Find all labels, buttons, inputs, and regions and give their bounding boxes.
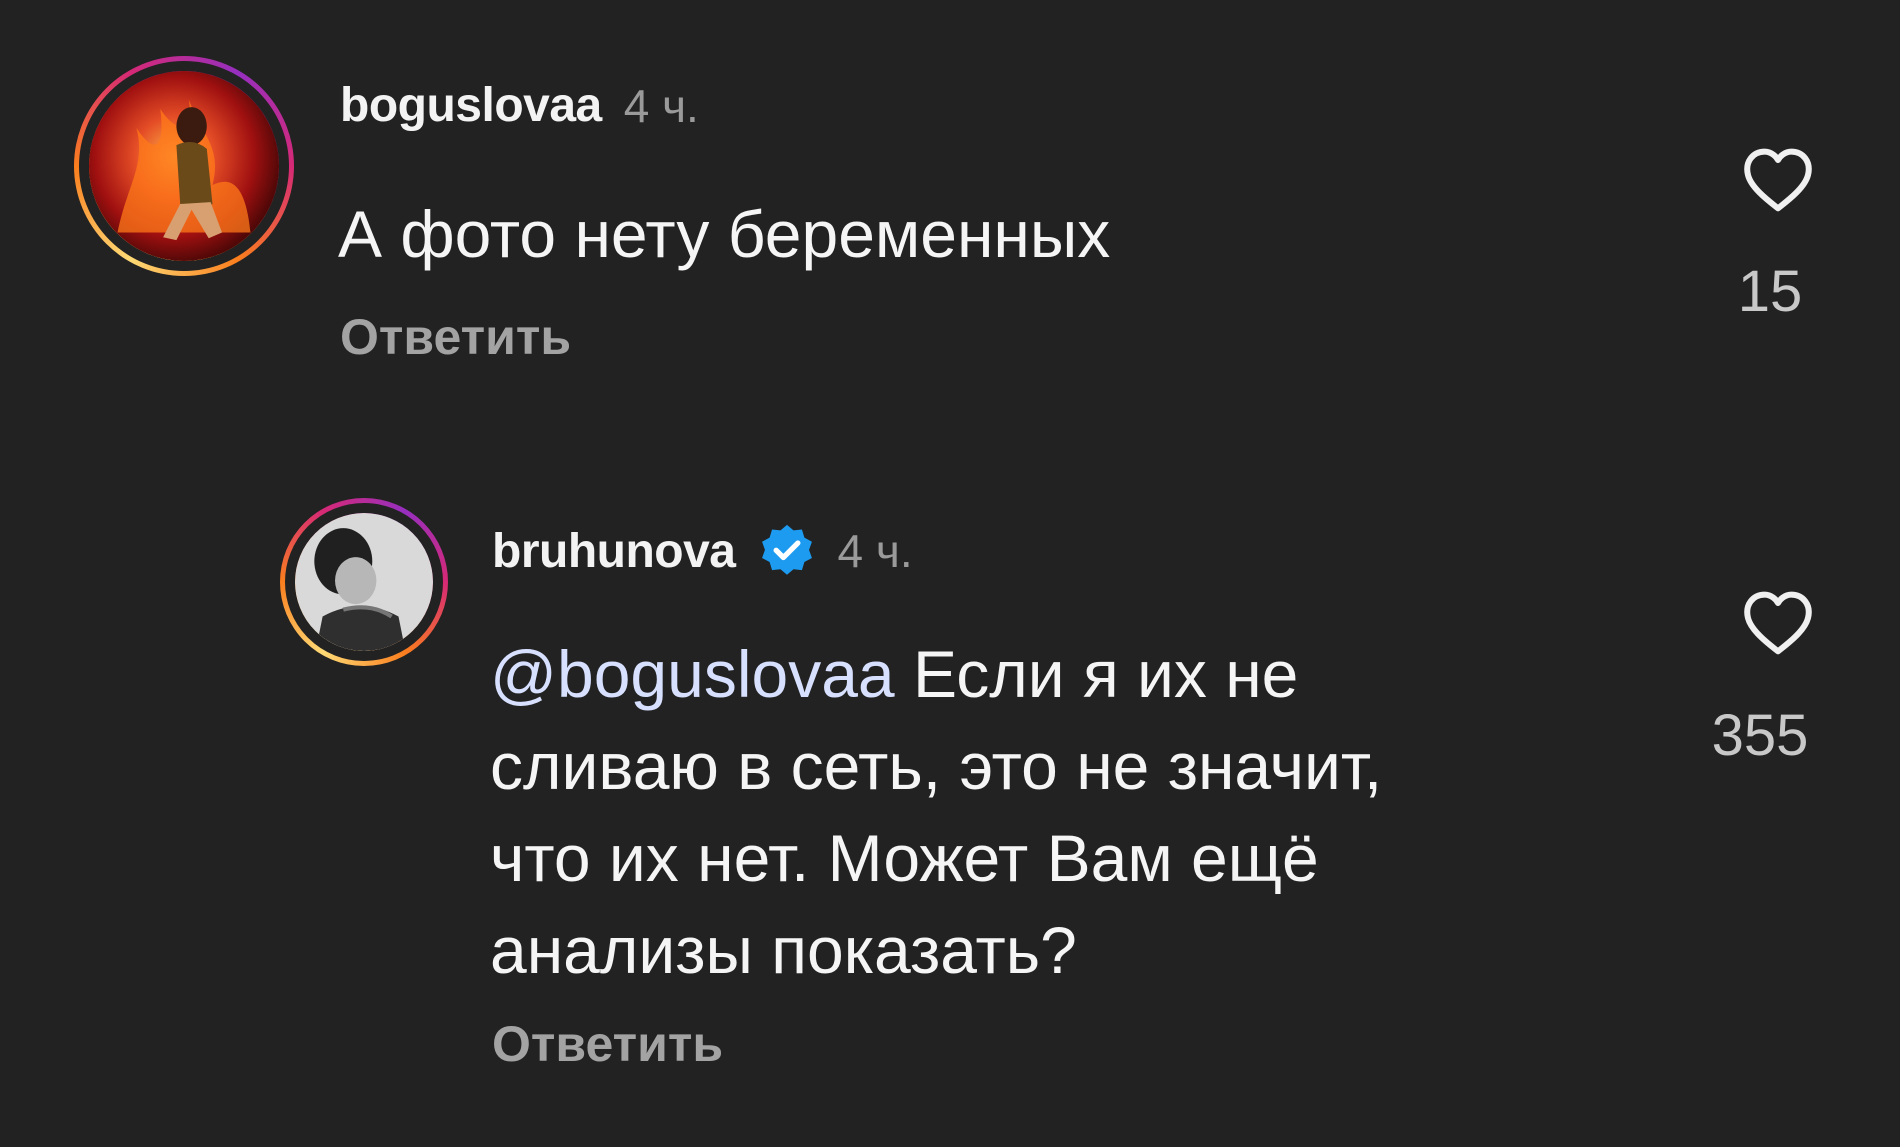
- heart-icon[interactable]: [1738, 583, 1818, 663]
- comment-header: bruhunova 4 ч.: [492, 522, 913, 580]
- mention-link[interactable]: @boguslovaa: [490, 637, 895, 711]
- verified-badge-icon: [761, 524, 812, 575]
- timestamp: 4 ч.: [837, 525, 913, 577]
- reply-comment-item: bruhunova 4 ч. @boguslovaa Если я их не …: [0, 0, 1900, 1147]
- reply-button[interactable]: Ответить: [492, 1015, 723, 1073]
- like-count: 355: [1711, 703, 1809, 768]
- avatar[interactable]: [280, 498, 448, 666]
- user-avatar-image: [295, 513, 433, 651]
- comment-text: @boguslovaa Если я их не сливаю в сеть, …: [490, 628, 1590, 996]
- username[interactable]: bruhunova: [492, 524, 736, 579]
- avatar-photo-frame: [285, 503, 443, 661]
